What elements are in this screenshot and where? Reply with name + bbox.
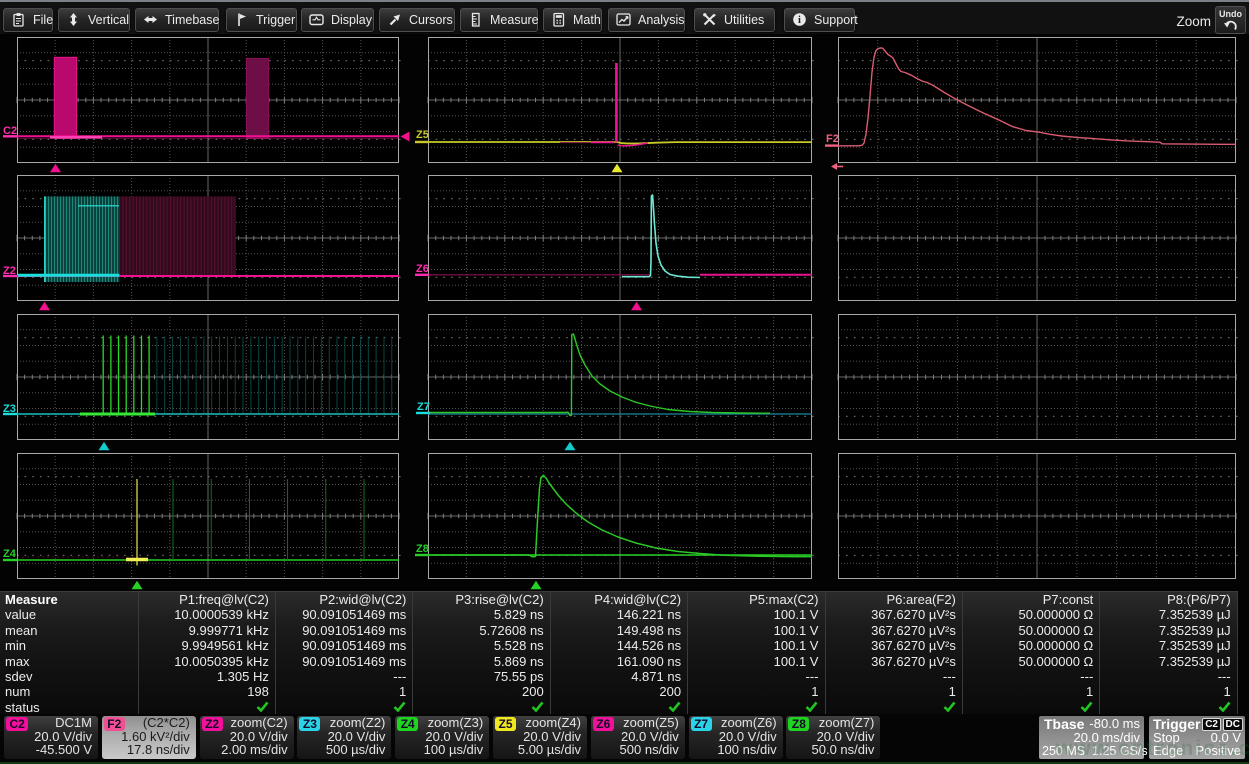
svg-text:Z6: Z6: [416, 263, 429, 275]
svg-text:Z4: Z4: [3, 548, 17, 560]
svg-text:Z5: Z5: [416, 129, 429, 141]
svg-text:i: i: [798, 15, 801, 26]
svg-text:F2: F2: [826, 133, 839, 145]
svg-text:Z7: Z7: [417, 401, 430, 413]
svg-text:Z8: Z8: [416, 543, 429, 555]
